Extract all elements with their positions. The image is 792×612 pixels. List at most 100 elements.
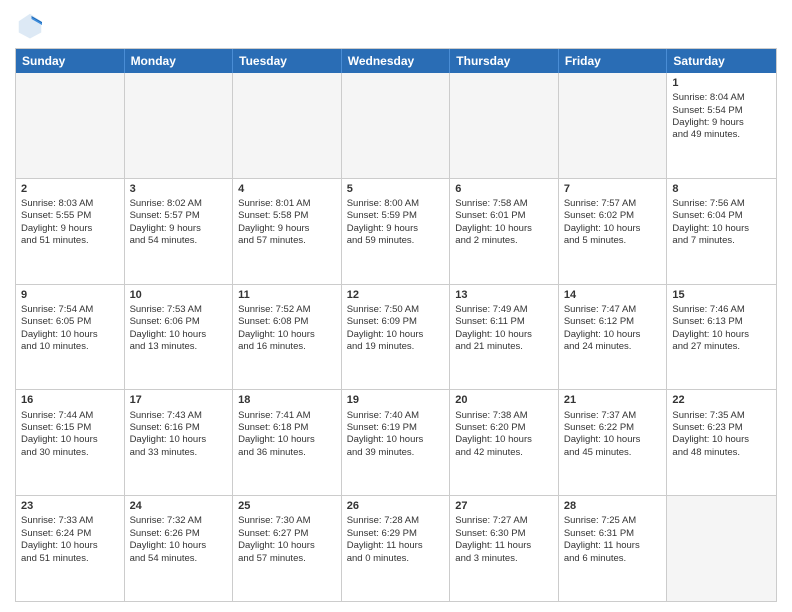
- day-info: Sunrise: 7:54 AM Sunset: 6:05 PM Dayligh…: [21, 304, 98, 352]
- calendar-cell: 10 Sunrise: 7:53 AM Sunset: 6:06 PM Dayli…: [125, 285, 234, 390]
- calendar-cell: [342, 73, 451, 178]
- calendar: SundayMondayTuesdayWednesdayThursdayFrid…: [15, 48, 777, 602]
- calendar-cell: 11Sunrise: 7:52 AM Sunset: 6:08 PM Dayli…: [233, 285, 342, 390]
- calendar-cell: 18 Sunrise: 7:41 AM Sunset: 6:18 PM Dayli…: [233, 390, 342, 495]
- day-number: 24: [130, 499, 228, 513]
- calendar-cell: 21 Sunrise: 7:37 AM Sunset: 6:22 PM Dayli…: [559, 390, 668, 495]
- day-info: Sunrise: 8:00 AM Sunset: 5:59 PM Dayligh…: [347, 198, 419, 246]
- header-day-wednesday: Wednesday: [342, 49, 451, 73]
- calendar-row-2: 2 Sunrise: 8:03 AM Sunset: 5:55 PM Daylig…: [16, 178, 776, 284]
- header-day-sunday: Sunday: [16, 49, 125, 73]
- day-number: 4: [238, 182, 336, 196]
- day-info: Sunrise: 8:01 AM Sunset: 5:58 PM Dayligh…: [238, 198, 310, 246]
- day-number: 16: [21, 393, 119, 407]
- calendar-cell: 16 Sunrise: 7:44 AM Sunset: 6:15 PM Dayli…: [16, 390, 125, 495]
- calendar-cell: 14 Sunrise: 7:47 AM Sunset: 6:12 PM Dayli…: [559, 285, 668, 390]
- day-info: Sunrise: 7:33 AM Sunset: 6:24 PM Dayligh…: [21, 515, 98, 563]
- calendar-cell: [233, 73, 342, 178]
- day-info: Sunrise: 7:38 AM Sunset: 6:20 PM Dayligh…: [455, 410, 532, 458]
- day-info: Sunrise: 7:32 AM Sunset: 6:26 PM Dayligh…: [130, 515, 207, 563]
- logo-icon: [15, 10, 45, 40]
- calendar-cell: [16, 73, 125, 178]
- day-number: 7: [564, 182, 662, 196]
- day-info: Sunrise: 7:30 AM Sunset: 6:27 PM Dayligh…: [238, 515, 315, 563]
- calendar-header: SundayMondayTuesdayWednesdayThursdayFrid…: [16, 49, 776, 73]
- day-number: 2: [21, 182, 119, 196]
- calendar-cell: 6 Sunrise: 7:58 AM Sunset: 6:01 PM Daylig…: [450, 179, 559, 284]
- day-info: Sunrise: 7:41 AM Sunset: 6:18 PM Dayligh…: [238, 410, 315, 458]
- day-info: Sunrise: 7:52 AM Sunset: 6:08 PM Dayligh…: [238, 304, 315, 352]
- day-number: 28: [564, 499, 662, 513]
- calendar-cell: 13 Sunrise: 7:49 AM Sunset: 6:11 PM Dayli…: [450, 285, 559, 390]
- day-number: 1: [672, 76, 771, 90]
- calendar-cell: [450, 73, 559, 178]
- day-number: 19: [347, 393, 445, 407]
- calendar-cell: 17 Sunrise: 7:43 AM Sunset: 6:16 PM Dayli…: [125, 390, 234, 495]
- day-info: Sunrise: 7:28 AM Sunset: 6:29 PM Dayligh…: [347, 515, 423, 563]
- header-day-tuesday: Tuesday: [233, 49, 342, 73]
- day-info: Sunrise: 7:27 AM Sunset: 6:30 PM Dayligh…: [455, 515, 531, 563]
- day-number: 26: [347, 499, 445, 513]
- day-info: Sunrise: 7:57 AM Sunset: 6:02 PM Dayligh…: [564, 198, 641, 246]
- day-number: 25: [238, 499, 336, 513]
- day-info: Sunrise: 8:02 AM Sunset: 5:57 PM Dayligh…: [130, 198, 202, 246]
- calendar-cell: 7 Sunrise: 7:57 AM Sunset: 6:02 PM Daylig…: [559, 179, 668, 284]
- calendar-cell: 26 Sunrise: 7:28 AM Sunset: 6:29 PM Dayli…: [342, 496, 451, 601]
- calendar-cell: 3 Sunrise: 8:02 AM Sunset: 5:57 PM Daylig…: [125, 179, 234, 284]
- calendar-cell: [667, 496, 776, 601]
- day-number: 14: [564, 288, 662, 302]
- calendar-cell: [559, 73, 668, 178]
- day-number: 10: [130, 288, 228, 302]
- day-info: Sunrise: 7:25 AM Sunset: 6:31 PM Dayligh…: [564, 515, 640, 563]
- calendar-cell: 1 Sunrise: 8:04 AM Sunset: 5:54 PM Daylig…: [667, 73, 776, 178]
- day-number: 13: [455, 288, 553, 302]
- header-day-thursday: Thursday: [450, 49, 559, 73]
- calendar-cell: 25 Sunrise: 7:30 AM Sunset: 6:27 PM Dayli…: [233, 496, 342, 601]
- day-number: 15: [672, 288, 771, 302]
- day-info: Sunrise: 7:58 AM Sunset: 6:01 PM Dayligh…: [455, 198, 532, 246]
- day-info: Sunrise: 7:37 AM Sunset: 6:22 PM Dayligh…: [564, 410, 641, 458]
- day-info: Sunrise: 7:53 AM Sunset: 6:06 PM Dayligh…: [130, 304, 207, 352]
- calendar-row-1: 1 Sunrise: 8:04 AM Sunset: 5:54 PM Daylig…: [16, 73, 776, 178]
- calendar-cell: 8 Sunrise: 7:56 AM Sunset: 6:04 PM Daylig…: [667, 179, 776, 284]
- page-header: [15, 10, 777, 40]
- day-number: 5: [347, 182, 445, 196]
- header-day-friday: Friday: [559, 49, 668, 73]
- logo: [15, 10, 49, 40]
- day-info: Sunrise: 7:46 AM Sunset: 6:13 PM Dayligh…: [672, 304, 749, 352]
- day-info: Sunrise: 7:49 AM Sunset: 6:11 PM Dayligh…: [455, 304, 532, 352]
- calendar-row-3: 9 Sunrise: 7:54 AM Sunset: 6:05 PM Daylig…: [16, 284, 776, 390]
- day-number: 6: [455, 182, 553, 196]
- day-number: 8: [672, 182, 771, 196]
- day-number: 23: [21, 499, 119, 513]
- day-number: 20: [455, 393, 553, 407]
- day-info: Sunrise: 7:47 AM Sunset: 6:12 PM Dayligh…: [564, 304, 641, 352]
- day-number: 18: [238, 393, 336, 407]
- day-info: Sunrise: 7:44 AM Sunset: 6:15 PM Dayligh…: [21, 410, 98, 458]
- calendar-row-5: 23 Sunrise: 7:33 AM Sunset: 6:24 PM Dayli…: [16, 495, 776, 601]
- day-info: Sunrise: 7:40 AM Sunset: 6:19 PM Dayligh…: [347, 410, 424, 458]
- calendar-cell: 12 Sunrise: 7:50 AM Sunset: 6:09 PM Dayli…: [342, 285, 451, 390]
- day-info: Sunrise: 8:03 AM Sunset: 5:55 PM Dayligh…: [21, 198, 93, 246]
- day-number: 3: [130, 182, 228, 196]
- day-number: 21: [564, 393, 662, 407]
- day-info: Sunrise: 7:35 AM Sunset: 6:23 PM Dayligh…: [672, 410, 749, 458]
- calendar-cell: 4 Sunrise: 8:01 AM Sunset: 5:58 PM Daylig…: [233, 179, 342, 284]
- day-number: 9: [21, 288, 119, 302]
- day-number: 17: [130, 393, 228, 407]
- calendar-body: 1 Sunrise: 8:04 AM Sunset: 5:54 PM Daylig…: [16, 73, 776, 601]
- calendar-cell: 23 Sunrise: 7:33 AM Sunset: 6:24 PM Dayli…: [16, 496, 125, 601]
- day-info: Sunrise: 7:50 AM Sunset: 6:09 PM Dayligh…: [347, 304, 424, 352]
- header-day-saturday: Saturday: [667, 49, 776, 73]
- calendar-cell: 5 Sunrise: 8:00 AM Sunset: 5:59 PM Daylig…: [342, 179, 451, 284]
- day-info: Sunrise: 7:43 AM Sunset: 6:16 PM Dayligh…: [130, 410, 207, 458]
- calendar-cell: 15 Sunrise: 7:46 AM Sunset: 6:13 PM Dayli…: [667, 285, 776, 390]
- day-info: Sunrise: 8:04 AM Sunset: 5:54 PM Dayligh…: [672, 92, 744, 140]
- calendar-cell: 19 Sunrise: 7:40 AM Sunset: 6:19 PM Dayli…: [342, 390, 451, 495]
- day-number: 12: [347, 288, 445, 302]
- calendar-cell: 9 Sunrise: 7:54 AM Sunset: 6:05 PM Daylig…: [16, 285, 125, 390]
- calendar-cell: 20 Sunrise: 7:38 AM Sunset: 6:20 PM Dayli…: [450, 390, 559, 495]
- header-day-monday: Monday: [125, 49, 234, 73]
- calendar-row-4: 16 Sunrise: 7:44 AM Sunset: 6:15 PM Dayli…: [16, 389, 776, 495]
- day-info: Sunrise: 7:56 AM Sunset: 6:04 PM Dayligh…: [672, 198, 749, 246]
